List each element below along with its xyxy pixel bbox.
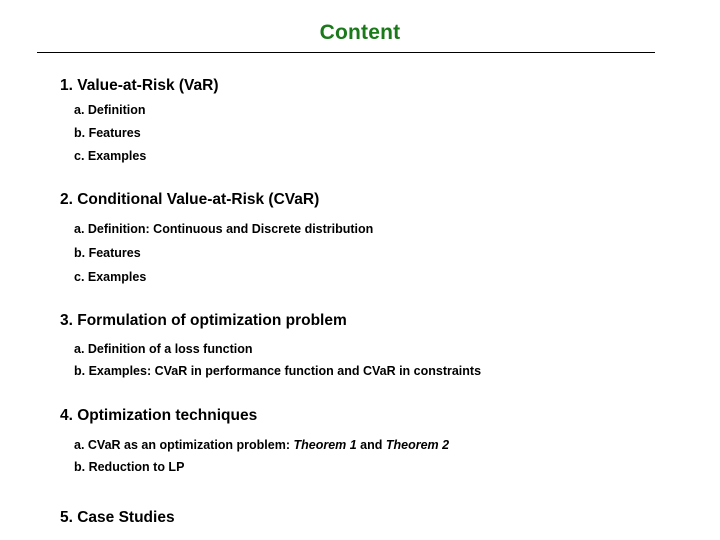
section-heading: 4. Optimization techniques <box>60 407 258 424</box>
outline-section-5: 5. Case Studies <box>0 508 720 528</box>
list-item: b. Reduction to LP <box>74 460 185 474</box>
outline-section-4: 4. Optimization techniques a. CVaR as an… <box>0 406 720 475</box>
list-item-conjunction: and <box>356 438 386 452</box>
section-heading: 1. Value-at-Risk (VaR) <box>60 77 219 94</box>
list-item-prefix: a. CVaR as an optimization problem: <box>74 438 294 452</box>
outline-section-1: 1. Value-at-Risk (VaR) a. Definition b. … <box>0 76 720 164</box>
list-item: a. Definition: Continuous and Discrete d… <box>74 222 374 236</box>
outline-section-2: 2. Conditional Value-at-Risk (CVaR) a. D… <box>0 190 720 285</box>
outline-body: 1. Value-at-Risk (VaR) a. Definition b. … <box>0 70 720 528</box>
section-heading: 2. Conditional Value-at-Risk (CVaR) <box>60 191 320 208</box>
list-item: a. CVaR as an optimization problem: Theo… <box>0 437 720 453</box>
page-title: Content <box>319 21 401 44</box>
list-item: b. Features <box>74 246 141 260</box>
sub-list: a. CVaR as an optimization problem: Theo… <box>0 437 720 475</box>
section-heading: 5. Case Studies <box>60 509 175 526</box>
theorem-1-reference: Theorem 1 <box>293 438 357 452</box>
list-item: a. Definition <box>74 103 146 117</box>
list-item: c. Examples <box>74 149 147 163</box>
sub-list: a. Definition: Continuous and Discrete d… <box>0 221 720 285</box>
list-item: b. Features <box>74 126 141 140</box>
title-divider <box>37 52 655 53</box>
list-item: b. Examples: CVaR in performance functio… <box>74 364 482 378</box>
list-item: a. Definition of a loss function <box>74 342 253 356</box>
sub-list: a. Definition b. Features c. Examples <box>0 102 720 164</box>
outline-section-3: 3. Formulation of optimization problem a… <box>0 311 720 379</box>
theorem-2-reference: Theorem 2 <box>385 438 450 452</box>
slide: Content 1. Value-at-Risk (VaR) a. Defini… <box>0 0 720 540</box>
section-heading: 3. Formulation of optimization problem <box>60 312 347 329</box>
list-item: c. Examples <box>74 270 147 284</box>
sub-list: a. Definition of a loss function b. Exam… <box>0 341 720 379</box>
